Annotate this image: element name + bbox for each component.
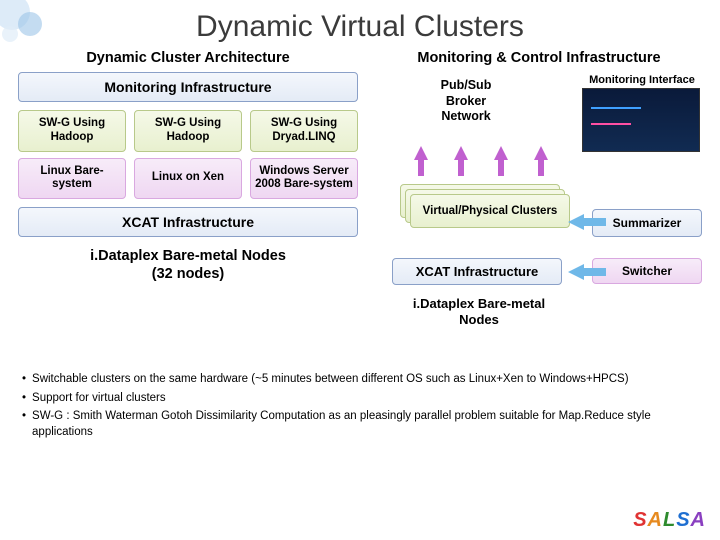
bare-metal-left: i.Dataplex Bare-metal Nodes (32 nodes) xyxy=(18,247,358,283)
os-box-0: Linux Bare-system xyxy=(18,158,126,200)
switcher-box: Switcher xyxy=(592,258,702,284)
pubsub-l1: Pub/Sub xyxy=(416,78,516,94)
logo-char-1: A xyxy=(648,509,663,531)
logo-char-3: S xyxy=(676,509,690,531)
corner-decoration xyxy=(0,0,60,60)
bullet-list: • Switchable clusters on the same hardwar… xyxy=(0,364,720,440)
bullet-icon: • xyxy=(22,372,26,388)
arrow-up-icon xyxy=(494,146,508,160)
clusters-stack: Virtual/Physical Clusters xyxy=(400,184,560,226)
salsa-logo: SALSA xyxy=(633,509,706,532)
left-column: Dynamic Cluster Architecture Monitoring … xyxy=(18,48,358,364)
slide-title: Dynamic Virtual Clusters xyxy=(0,0,720,48)
os-box-2: Windows Server 2008 Bare-system xyxy=(250,158,358,200)
monitoring-interface-label: Monitoring Interface xyxy=(582,74,702,86)
bullet-icon: • xyxy=(22,391,26,407)
pubsub-l3: Network xyxy=(416,109,516,125)
bullet-icon: • xyxy=(22,409,26,440)
bare-left-line2: (32 nodes) xyxy=(18,265,358,283)
swg-box-1: SW-G Using Hadoop xyxy=(134,110,242,152)
swg-box-2: SW-G Using Dryad.LINQ xyxy=(250,110,358,152)
xcat-left-box: XCAT Infrastructure xyxy=(18,207,358,237)
bullet-1: Support for virtual clusters xyxy=(32,391,166,407)
os-box-1: Linux on Xen xyxy=(134,158,242,200)
bare-left-line1: i.Dataplex Bare-metal Nodes xyxy=(18,247,358,265)
pubsub-label: Pub/Sub Broker Network xyxy=(416,78,516,125)
monitoring-interface: Monitoring Interface xyxy=(582,74,702,152)
summarizer-box: Summarizer xyxy=(592,209,702,237)
monitoring-screenshot xyxy=(582,88,700,152)
logo-char-0: S xyxy=(633,509,647,531)
arrow-left-icon xyxy=(568,214,584,230)
logo-char-2: L xyxy=(663,509,676,531)
bare-metal-right: i.Dataplex Bare-metal Nodes xyxy=(404,296,554,329)
monitoring-infrastructure-box: Monitoring Infrastructure xyxy=(18,72,358,102)
swg-box-0: SW-G Using Hadoop xyxy=(18,110,126,152)
arrow-up-icon xyxy=(454,146,468,160)
left-heading: Dynamic Cluster Architecture xyxy=(18,50,358,66)
bullet-0: Switchable clusters on the same hardware… xyxy=(32,372,629,388)
right-heading: Monitoring & Control Infrastructure xyxy=(376,50,702,66)
arrow-left-icon xyxy=(568,264,584,280)
arrow-up-icon xyxy=(414,146,428,160)
pubsub-l2: Broker xyxy=(416,94,516,110)
bullet-2: SW-G : Smith Waterman Gotoh Dissimilarit… xyxy=(32,409,698,440)
clusters-label: Virtual/Physical Clusters xyxy=(410,194,570,228)
right-column: Monitoring & Control Infrastructure Pub/… xyxy=(376,48,702,364)
xcat-right-box: XCAT Infrastructure xyxy=(392,258,562,285)
logo-char-4: A xyxy=(691,509,706,531)
arrow-up-icon xyxy=(534,146,548,160)
